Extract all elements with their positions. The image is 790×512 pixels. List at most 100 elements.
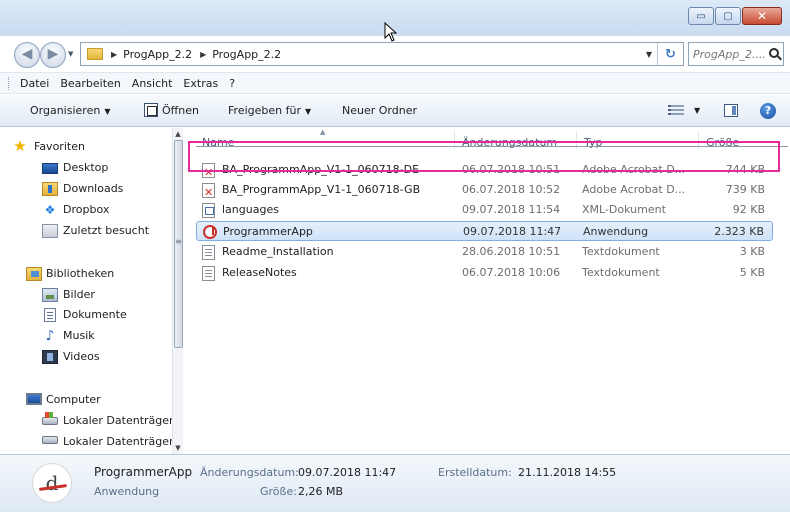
window-controls: ▭ ▢ ✕ [687, 7, 782, 25]
details-pane: d ProgrammerApp Anwendung Änderungsdatum… [0, 454, 790, 512]
text-file-icon [202, 245, 215, 260]
detail-created-value[interactable]: 21.11.2018 14:55 [518, 466, 616, 479]
chevron-down-icon: ▼ [304, 107, 312, 116]
breadcrumb-item[interactable]: ProgApp_2.2 [212, 48, 281, 61]
open-button[interactable]: Öffnen [162, 104, 199, 117]
desktop-icon [42, 163, 58, 174]
nav-local-drive-d[interactable]: Lokaler Datenträger [63, 433, 174, 451]
nav-computer[interactable]: Computer [46, 391, 101, 409]
scroll-thumb[interactable] [174, 140, 183, 348]
system-drive-icon [42, 412, 58, 425]
menu-grip [8, 77, 11, 90]
detail-file-name: ProgrammerApp [94, 465, 193, 479]
maximize-icon: ▢ [723, 10, 733, 22]
nav-libraries[interactable]: Bibliotheken [46, 265, 114, 283]
file-size: 92 KB [732, 203, 765, 216]
table-row-selected[interactable]: ProgrammerApp 09.07.2018 11:47 Anwendung… [196, 221, 773, 241]
navigation-pane: ★ Favoriten Desktop Downloads ❖ Dropbox … [0, 128, 183, 454]
open-icon [144, 103, 158, 117]
file-name: ProgrammerApp [223, 225, 313, 238]
scroll-up-icon[interactable]: ▲ [173, 130, 183, 138]
maximize-button[interactable]: ▢ [715, 7, 741, 25]
menu-bar: Datei Bearbeiten Ansicht Extras ? [0, 72, 790, 94]
address-dropdown-icon[interactable]: ▼ [641, 50, 657, 59]
nav-videos[interactable]: Videos [63, 348, 100, 366]
refresh-icon[interactable]: ↻ [657, 43, 683, 65]
file-type: Textdokument [582, 245, 660, 258]
nav-favorites[interactable]: Favoriten [34, 138, 85, 156]
minimize-button[interactable]: ▭ [688, 7, 714, 25]
nav-recent[interactable]: Zuletzt besucht [63, 222, 149, 240]
nav-local-drive-c[interactable]: Lokaler Datenträger [63, 412, 174, 430]
nav-pictures[interactable]: Bilder [63, 286, 95, 304]
star-icon: ★ [13, 137, 27, 155]
file-date: 06.07.2018 10:06 [462, 266, 561, 279]
nav-dropbox[interactable]: Dropbox [63, 201, 109, 219]
view-dropdown-icon[interactable]: ▼ [694, 106, 700, 115]
file-size: 2.323 KB [714, 225, 764, 238]
application-icon [203, 225, 217, 239]
file-type: XML-Dokument [582, 203, 666, 216]
table-row[interactable]: Readme_Installation 28.06.2018 10:51 Tex… [196, 242, 773, 262]
sort-ascending-icon: ▲ [320, 128, 326, 136]
menu-edit[interactable]: Bearbeiten [60, 77, 120, 90]
drive-icon [42, 436, 58, 444]
application-large-icon: d [32, 463, 72, 503]
xml-file-icon [202, 203, 215, 218]
search-input[interactable] [693, 46, 767, 62]
menu-help[interactable]: ? [229, 77, 235, 90]
breadcrumb-item[interactable]: ProgApp_2.2 [123, 48, 192, 61]
downloads-icon [42, 182, 58, 196]
new-folder-button[interactable]: Neuer Ordner [342, 104, 417, 117]
annotation-highlight-box [188, 141, 780, 172]
menu-file[interactable]: Datei [20, 77, 49, 90]
computer-icon [26, 393, 42, 405]
search-icon[interactable] [769, 48, 779, 58]
forward-button[interactable]: ▶ [40, 42, 66, 68]
nav-documents[interactable]: Dokumente [63, 306, 127, 324]
file-size: 739 KB [725, 183, 765, 196]
breadcrumb-separator[interactable]: ▶ [111, 50, 117, 59]
file-type: Adobe Acrobat D... [582, 183, 686, 196]
help-icon[interactable]: ? [760, 103, 776, 119]
favorites-group[interactable]: ★ Favoriten [4, 136, 174, 158]
file-size: 3 KB [739, 245, 765, 258]
share-button[interactable]: Freigeben für ▼ [228, 104, 311, 117]
view-options-icon[interactable] [668, 105, 684, 117]
close-icon: ✕ [756, 9, 768, 23]
share-label: Freigeben für [228, 104, 301, 117]
search-box[interactable] [688, 42, 784, 66]
navigation-scrollbar[interactable]: ▲ ▼ [172, 128, 183, 454]
preview-pane-icon[interactable] [724, 104, 738, 117]
file-date: 28.06.2018 10:51 [462, 245, 561, 258]
file-name: languages [222, 203, 279, 216]
documents-icon [44, 308, 56, 322]
mouse-cursor-icon [384, 22, 398, 42]
close-button[interactable]: ✕ [742, 7, 782, 25]
organize-label: Organisieren [30, 104, 101, 117]
breadcrumb-separator[interactable]: ▶ [200, 50, 206, 59]
pdf-icon [202, 183, 215, 203]
nav-music[interactable]: Musik [63, 327, 95, 345]
table-row[interactable]: BA_ProgrammApp_V1-1_060718-GB 06.07.2018… [196, 180, 773, 203]
app-logo-letter: d [45, 471, 59, 495]
back-button[interactable]: ◀ [14, 42, 40, 68]
text-file-icon [202, 266, 215, 281]
file-size: 5 KB [739, 266, 765, 279]
history-dropdown-icon[interactable]: ▼ [68, 50, 73, 58]
table-row[interactable]: languages 09.07.2018 11:54 XML-Dokument … [196, 200, 773, 220]
pictures-icon [42, 288, 58, 302]
address-actions: ▼ ↻ [641, 43, 683, 65]
nav-desktop[interactable]: Desktop [63, 159, 108, 177]
detail-modified-value[interactable]: 09.07.2018 11:47 [298, 466, 396, 479]
scroll-down-icon[interactable]: ▼ [173, 444, 183, 452]
address-bar[interactable]: ▶ ProgApp_2.2 ▶ ProgApp_2.2 ▼ ↻ [80, 42, 684, 66]
menu-view[interactable]: Ansicht [132, 77, 173, 90]
menu-tools[interactable]: Extras [183, 77, 218, 90]
table-row[interactable]: ReleaseNotes 06.07.2018 10:06 Textdokume… [196, 263, 773, 283]
detail-created-label: Erstelldatum: [438, 466, 512, 479]
organize-button[interactable]: Organisieren ▼ [30, 104, 110, 117]
file-type: Anwendung [583, 225, 649, 238]
file-name: ReleaseNotes [222, 266, 297, 279]
nav-downloads[interactable]: Downloads [63, 180, 123, 198]
